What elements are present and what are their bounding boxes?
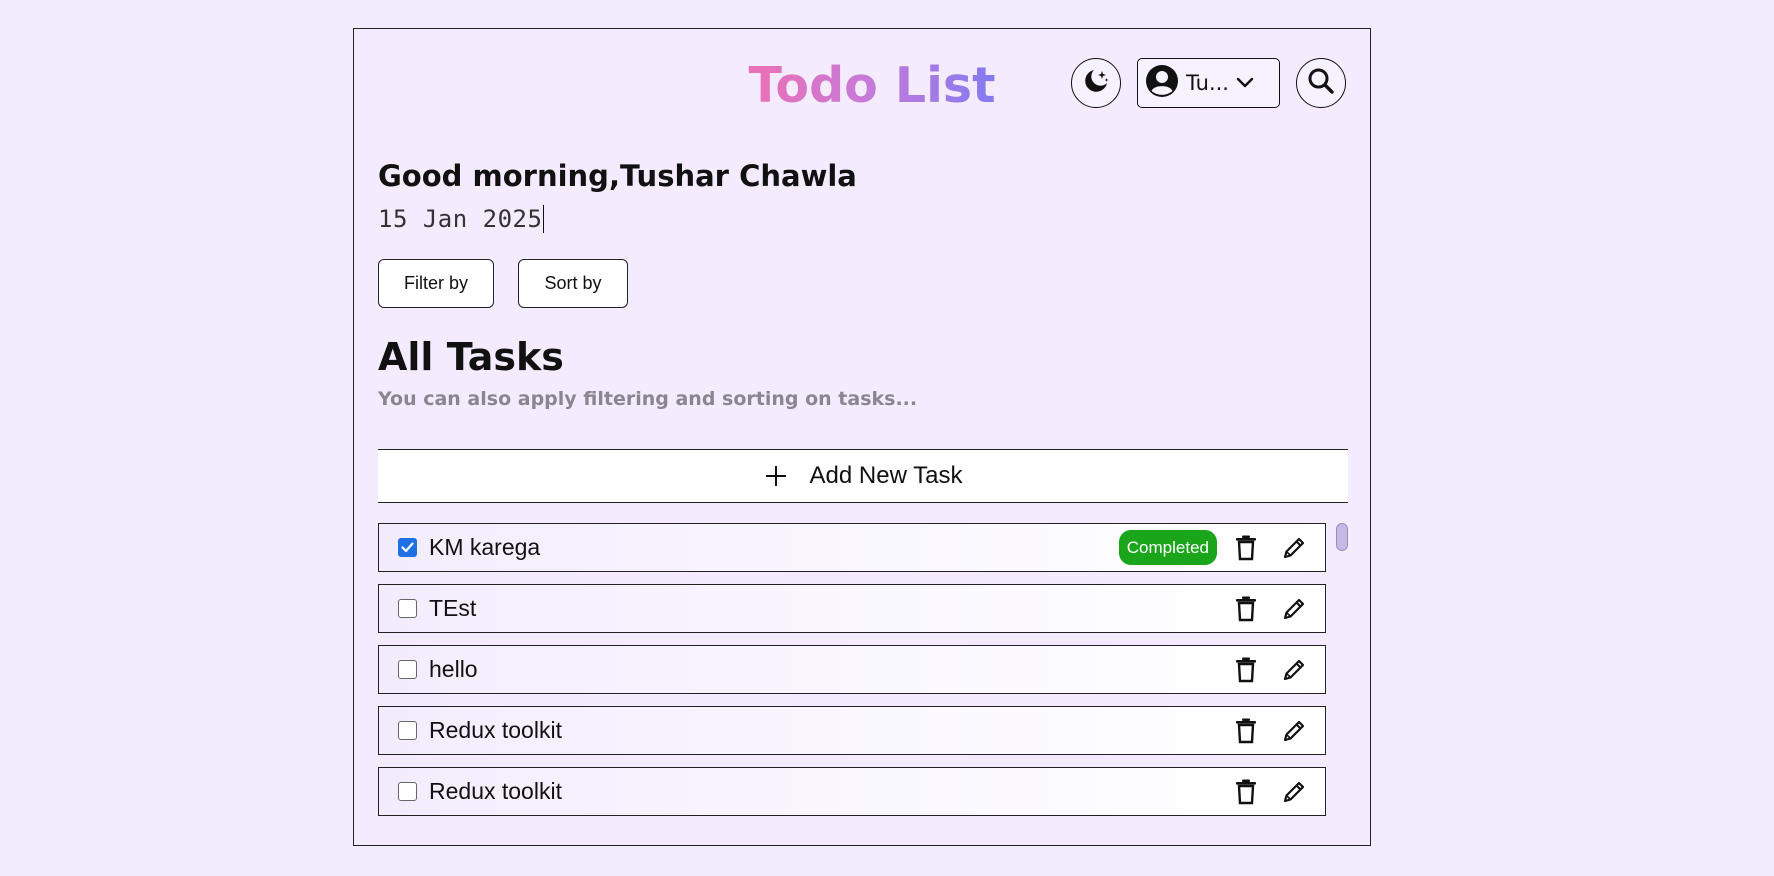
- edit-button[interactable]: [1281, 594, 1307, 624]
- trash-icon: [1236, 596, 1256, 621]
- plus-icon: [764, 464, 788, 488]
- edit-button[interactable]: [1281, 533, 1307, 563]
- pencil-icon: [1283, 720, 1305, 741]
- task-checkbox[interactable]: [398, 599, 417, 618]
- search-icon: [1307, 67, 1335, 99]
- greeting-heading: Good morning,Tushar Chawla: [378, 159, 857, 193]
- search-button[interactable]: [1296, 58, 1346, 108]
- pencil-icon: [1283, 537, 1305, 558]
- task-checkbox[interactable]: [398, 782, 417, 801]
- chevron-down-icon: [1236, 74, 1254, 93]
- delete-button[interactable]: [1233, 655, 1259, 685]
- pencil-icon: [1283, 781, 1305, 802]
- delete-button[interactable]: [1233, 777, 1259, 807]
- task-checkbox[interactable]: [398, 538, 417, 557]
- app-title: Todo List: [738, 57, 1002, 115]
- task-name: Redux toolkit: [429, 717, 562, 743]
- delete-button[interactable]: [1233, 716, 1259, 746]
- task-checkbox[interactable]: [398, 660, 417, 679]
- task-checkbox[interactable]: [398, 721, 417, 740]
- task-name: Redux toolkit: [429, 778, 562, 804]
- task-list[interactable]: KM karega Completed TEst hello Redux too…: [378, 523, 1348, 823]
- pencil-icon: [1283, 659, 1305, 680]
- task-name: TEst: [429, 595, 477, 621]
- task-item: hello: [378, 645, 1326, 694]
- task-name: hello: [429, 656, 478, 682]
- sort-button[interactable]: Sort by: [518, 259, 628, 308]
- filter-button[interactable]: Filter by: [378, 259, 494, 308]
- edit-button[interactable]: [1281, 777, 1307, 807]
- task-list-scrollbar[interactable]: [1336, 523, 1348, 823]
- user-circle-icon: [1145, 64, 1179, 102]
- todo-app: Todo List Tu... Good morning,Tushar Chaw…: [353, 28, 1371, 846]
- add-task-button[interactable]: Add New Task: [378, 449, 1348, 503]
- current-date: 15 Jan 2025: [378, 205, 545, 233]
- task-item: KM karega Completed: [378, 523, 1326, 572]
- trash-icon: [1236, 657, 1256, 682]
- delete-button[interactable]: [1233, 594, 1259, 624]
- edit-button[interactable]: [1281, 655, 1307, 685]
- moon-stars-icon: [1082, 67, 1110, 99]
- task-item: Redux toolkit: [378, 706, 1326, 755]
- trash-icon: [1236, 779, 1256, 804]
- user-name: Tu...: [1186, 71, 1229, 95]
- pencil-icon: [1283, 598, 1305, 619]
- task-item: Redux toolkit: [378, 767, 1326, 816]
- task-name: KM karega: [429, 534, 541, 560]
- trash-icon: [1236, 718, 1256, 743]
- scrollbar-thumb[interactable]: [1336, 523, 1348, 551]
- task-item: TEst: [378, 584, 1326, 633]
- section-hint: You can also apply filtering and sorting…: [378, 388, 918, 410]
- edit-button[interactable]: [1281, 716, 1307, 746]
- user-dropdown[interactable]: Tu...: [1137, 58, 1280, 108]
- status-badge: Completed: [1118, 530, 1217, 565]
- theme-toggle-button[interactable]: [1071, 58, 1121, 108]
- section-title: All Tasks: [378, 335, 564, 379]
- delete-button[interactable]: [1233, 533, 1259, 563]
- trash-icon: [1236, 535, 1256, 560]
- add-task-label: Add New Task: [809, 462, 963, 489]
